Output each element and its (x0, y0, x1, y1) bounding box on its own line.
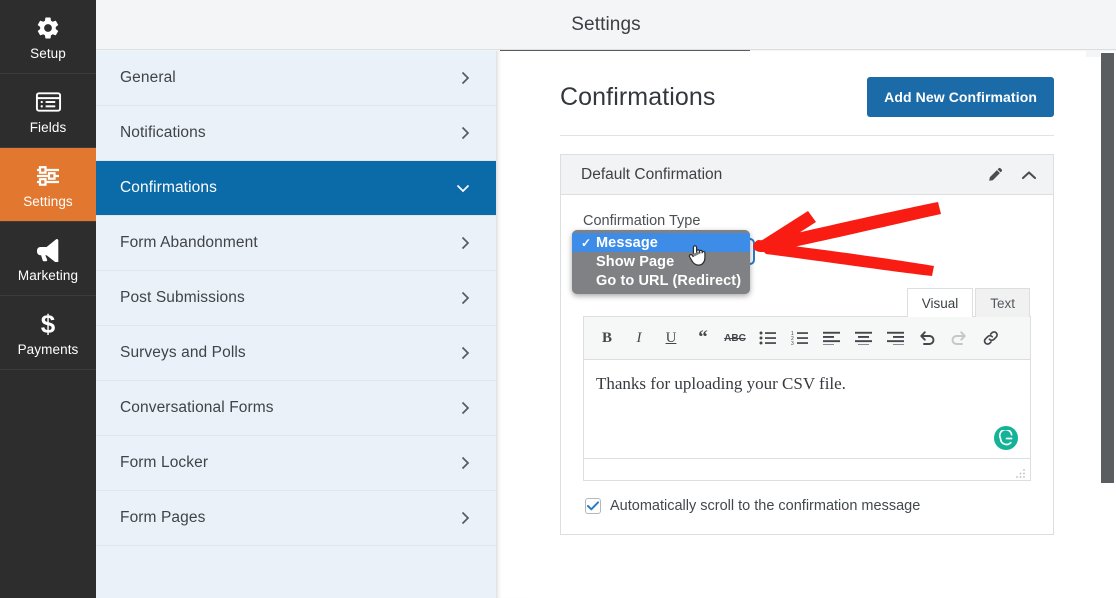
dollar-sign-icon: $ (37, 309, 59, 339)
panel-divider (496, 51, 526, 598)
auto-scroll-checkbox-label: Automatically scroll to the confirmation… (610, 498, 920, 514)
section-title: Confirmations (560, 83, 716, 112)
strikethrough-icon[interactable]: ABC (720, 324, 750, 352)
nav-item-label: Conversational Forms (120, 399, 274, 417)
window-title-bar: Settings (96, 0, 1116, 50)
blockquote-icon[interactable]: “ (688, 324, 718, 352)
sidebar-item-surveys-and-polls[interactable]: Surveys and Polls (96, 326, 496, 381)
nav-item-label: Confirmations (120, 179, 217, 197)
confirmation-type-dropdown-menu[interactable]: ✓ Message Show Page Go to URL (Redirect) (572, 230, 750, 294)
sliders-icon (34, 161, 62, 191)
rail-item-label: Setup (30, 46, 66, 61)
rail-item-label: Marketing (18, 268, 78, 283)
add-new-confirmation-button[interactable]: Add New Confirmation (867, 77, 1054, 117)
resize-handle-icon[interactable] (1015, 466, 1026, 477)
sidebar-item-notifications[interactable]: Notifications (96, 106, 496, 161)
nav-item-label: Form Locker (120, 454, 208, 472)
editor-toolbar: B I U “ ABC (584, 317, 1030, 360)
bulleted-list-icon[interactable] (752, 324, 782, 352)
chevron-right-icon (461, 291, 470, 305)
rail-item-setup[interactable]: Setup (0, 0, 96, 74)
nav-item-label: Surveys and Polls (120, 344, 246, 362)
default-confirmation-card: Default Confirmation Confirmatio (560, 154, 1054, 535)
chevron-right-icon (461, 236, 470, 250)
megaphone-icon (34, 235, 62, 265)
confirmation-message-text: Thanks for uploading your CSV file. (596, 374, 1018, 394)
underline-icon[interactable]: U (656, 324, 686, 352)
dropdown-option-go-to-url[interactable]: Go to URL (Redirect) (572, 271, 750, 290)
sidebar-item-form-abandonment[interactable]: Form Abandonment (96, 216, 496, 271)
auto-scroll-checkbox[interactable] (585, 498, 601, 514)
chevron-down-icon (456, 184, 470, 193)
chevron-right-icon (461, 346, 470, 360)
rail-item-marketing[interactable]: Marketing (0, 222, 96, 296)
align-right-icon[interactable] (880, 324, 910, 352)
chevron-right-icon (461, 511, 470, 525)
tab-visual[interactable]: Visual (907, 288, 974, 317)
rail-item-label: Payments (18, 342, 79, 357)
settings-nav-list: General Notifications Confirmations Form… (96, 51, 496, 598)
check-icon: ✓ (581, 236, 596, 250)
primary-icon-rail: Setup Fields (0, 0, 96, 598)
page-title: Settings (571, 14, 640, 36)
auto-scroll-checkbox-row[interactable]: Automatically scroll to the confirmation… (583, 498, 1031, 514)
dropdown-option-label: Show Page (596, 254, 674, 270)
dropdown-option-message[interactable]: ✓ Message (572, 233, 750, 252)
chevron-up-icon[interactable] (1021, 170, 1037, 180)
undo-icon[interactable] (912, 324, 942, 352)
pencil-icon[interactable] (987, 167, 1003, 183)
rail-item-label: Settings (23, 194, 73, 209)
numbered-list-icon[interactable]: 1 2 3 (784, 324, 814, 352)
svg-text:$: $ (41, 310, 56, 338)
rail-item-label: Fields (30, 120, 67, 135)
italic-icon[interactable]: I (624, 324, 654, 352)
chevron-right-icon (461, 401, 470, 415)
card-title: Default Confirmation (581, 166, 722, 184)
list-box-icon (35, 87, 62, 117)
link-icon[interactable] (976, 324, 1006, 352)
sidebar-item-conversational-forms[interactable]: Conversational Forms (96, 381, 496, 436)
editor-box: B I U “ ABC (583, 316, 1031, 481)
align-center-icon[interactable] (848, 324, 878, 352)
rail-item-settings[interactable]: Settings (0, 148, 96, 222)
sidebar-item-form-pages[interactable]: Form Pages (96, 491, 496, 546)
dropdown-option-label: Go to URL (Redirect) (596, 273, 741, 289)
align-left-icon[interactable] (816, 324, 846, 352)
bold-icon[interactable]: B (592, 324, 622, 352)
chevron-right-icon (461, 71, 470, 85)
nav-item-label: General (120, 69, 176, 87)
header-divider (560, 135, 1054, 136)
grammarly-icon[interactable] (994, 426, 1018, 450)
dropdown-option-show-page[interactable]: Show Page (572, 252, 750, 271)
vertical-scrollbar-thumb[interactable] (1101, 53, 1114, 483)
editor-content-area[interactable]: Thanks for uploading your CSV file. (584, 360, 1030, 458)
chevron-right-icon (461, 126, 470, 140)
rail-item-fields[interactable]: Fields (0, 74, 96, 148)
nav-item-label: Post Submissions (120, 289, 245, 307)
sidebar-item-confirmations[interactable]: Confirmations (96, 161, 496, 216)
sidebar-item-general[interactable]: General (96, 51, 496, 106)
dropdown-option-label: Message (596, 235, 658, 251)
nav-item-label: Form Abandonment (120, 234, 258, 252)
chevron-right-icon (461, 456, 470, 470)
confirmations-header: Confirmations Add New Confirmation (526, 51, 1086, 117)
svg-text:3: 3 (791, 341, 794, 345)
nav-item-label: Form Pages (120, 509, 205, 527)
rail-item-payments[interactable]: $ Payments (0, 296, 96, 370)
redo-icon (944, 324, 974, 352)
sidebar-item-post-submissions[interactable]: Post Submissions (96, 271, 496, 326)
card-header: Default Confirmation (561, 155, 1053, 195)
confirmations-panel: Confirmations Add New Confirmation Defau… (526, 51, 1086, 598)
message-editor: Visual Text B I U “ ABC (583, 287, 1031, 481)
confirmation-type-label: Confirmation Type (583, 213, 1031, 229)
editor-status-bar (584, 458, 1030, 480)
tab-text[interactable]: Text (975, 288, 1030, 317)
sidebar-item-form-locker[interactable]: Form Locker (96, 436, 496, 491)
app-window: Setup Fields (0, 0, 1116, 598)
gear-icon (35, 13, 61, 43)
card-actions (987, 167, 1037, 183)
nav-item-label: Notifications (120, 124, 206, 142)
